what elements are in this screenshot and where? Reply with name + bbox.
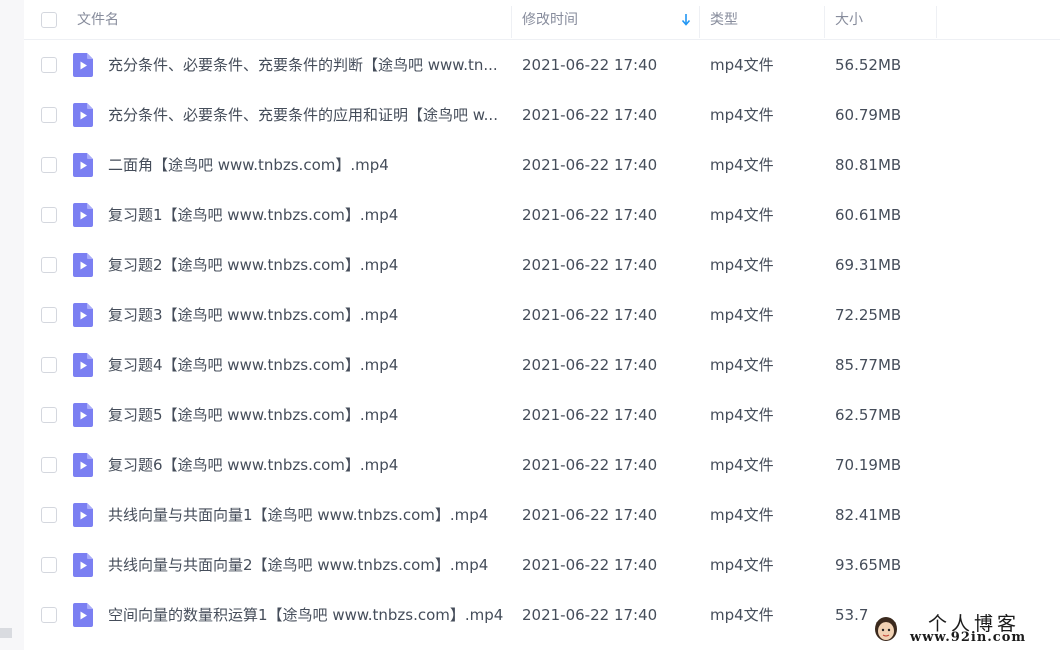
- file-modified: 2021-06-22 17:40: [522, 256, 658, 274]
- file-size: 69.31MB: [835, 256, 902, 274]
- arrow-down-icon[interactable]: [681, 12, 691, 28]
- row-checkbox[interactable]: [41, 507, 57, 523]
- column-header-modified[interactable]: 修改时间: [522, 0, 578, 40]
- file-name[interactable]: 复习题2【途鸟吧 www.tnbzs.com】.mp4: [108, 240, 504, 290]
- file-name[interactable]: 二面角【途鸟吧 www.tnbzs.com】.mp4: [108, 140, 504, 190]
- file-row[interactable]: 共线向量与共面向量1【途鸟吧 www.tnbzs.com】.mp4 2021-06…: [24, 490, 1060, 540]
- file-modified: 2021-06-22 17:40: [522, 156, 658, 174]
- video-file-icon: [73, 503, 93, 527]
- file-modified: 2021-06-22 17:40: [522, 456, 658, 474]
- video-file-icon: [73, 203, 93, 227]
- file-size: 80.81MB: [835, 156, 902, 174]
- file-size: 62.57MB: [835, 406, 902, 424]
- video-file-icon: [73, 403, 93, 427]
- column-header-name[interactable]: 文件名: [77, 0, 119, 40]
- column-header-type[interactable]: 类型: [710, 0, 738, 40]
- file-modified: 2021-06-22 17:40: [522, 106, 658, 124]
- file-row[interactable]: 充分条件、必要条件、充要条件的判断【途鸟吧 www.tn... 2021-06-2…: [24, 40, 1060, 90]
- file-size: 72.25MB: [835, 306, 902, 324]
- video-file-icon: [73, 603, 93, 627]
- file-row[interactable]: 复习题1【途鸟吧 www.tnbzs.com】.mp4 2021-06-22 17…: [24, 190, 1060, 240]
- file-type: mp4文件: [710, 256, 774, 274]
- row-checkbox[interactable]: [41, 157, 57, 173]
- file-type: mp4文件: [710, 556, 774, 574]
- column-divider: [936, 6, 937, 38]
- file-modified: 2021-06-22 17:40: [522, 556, 658, 574]
- row-checkbox[interactable]: [41, 357, 57, 373]
- file-modified: 2021-06-22 17:40: [522, 606, 658, 624]
- column-divider: [824, 6, 825, 38]
- file-row[interactable]: 复习题2【途鸟吧 www.tnbzs.com】.mp4 2021-06-22 17…: [24, 240, 1060, 290]
- row-checkbox[interactable]: [41, 207, 57, 223]
- select-all-checkbox[interactable]: [41, 12, 57, 28]
- file-modified: 2021-06-22 17:40: [522, 306, 658, 324]
- file-name[interactable]: 充分条件、必要条件、充要条件的应用和证明【途鸟吧 w...: [108, 90, 504, 140]
- file-type: mp4文件: [710, 206, 774, 224]
- file-row[interactable]: 复习题3【途鸟吧 www.tnbzs.com】.mp4 2021-06-22 17…: [24, 290, 1060, 340]
- file-type: mp4文件: [710, 506, 774, 524]
- file-name[interactable]: 复习题1【途鸟吧 www.tnbzs.com】.mp4: [108, 190, 504, 240]
- file-row[interactable]: 复习题6【途鸟吧 www.tnbzs.com】.mp4 2021-06-22 17…: [24, 440, 1060, 490]
- file-type: mp4文件: [710, 106, 774, 124]
- left-gutter: [0, 0, 24, 650]
- file-row[interactable]: 复习题5【途鸟吧 www.tnbzs.com】.mp4 2021-06-22 17…: [24, 390, 1060, 440]
- row-checkbox[interactable]: [41, 457, 57, 473]
- row-checkbox[interactable]: [41, 57, 57, 73]
- file-name[interactable]: 复习题3【途鸟吧 www.tnbzs.com】.mp4: [108, 290, 504, 340]
- file-type: mp4文件: [710, 156, 774, 174]
- file-name[interactable]: 复习题5【途鸟吧 www.tnbzs.com】.mp4: [108, 390, 504, 440]
- file-name[interactable]: 复习题4【途鸟吧 www.tnbzs.com】.mp4: [108, 340, 504, 390]
- file-modified: 2021-06-22 17:40: [522, 506, 658, 524]
- file-type: mp4文件: [710, 456, 774, 474]
- video-file-icon: [73, 553, 93, 577]
- file-size: 60.61MB: [835, 206, 902, 224]
- file-modified: 2021-06-22 17:40: [522, 206, 658, 224]
- file-modified: 2021-06-22 17:40: [522, 356, 658, 374]
- file-size: 70.19MB: [835, 456, 902, 474]
- file-row[interactable]: 共线向量与共面向量2【途鸟吧 www.tnbzs.com】.mp4 2021-06…: [24, 540, 1060, 590]
- watermark: 个人博客 www.92in.com: [868, 608, 1060, 650]
- file-type: mp4文件: [710, 356, 774, 374]
- file-row[interactable]: 二面角【途鸟吧 www.tnbzs.com】.mp4 2021-06-22 17:…: [24, 140, 1060, 190]
- video-file-icon: [73, 303, 93, 327]
- file-type: mp4文件: [710, 306, 774, 324]
- row-checkbox[interactable]: [41, 557, 57, 573]
- file-name[interactable]: 空间向量的数量积运算1【途鸟吧 www.tnbzs.com】.mp4: [108, 590, 504, 640]
- file-type: mp4文件: [710, 606, 774, 624]
- video-file-icon: [73, 153, 93, 177]
- row-checkbox[interactable]: [41, 257, 57, 273]
- file-list-header: 文件名 修改时间 类型 大小: [24, 0, 1060, 40]
- file-modified: 2021-06-22 17:40: [522, 406, 658, 424]
- file-name[interactable]: 复习题6【途鸟吧 www.tnbzs.com】.mp4: [108, 440, 504, 490]
- video-file-icon: [73, 253, 93, 277]
- file-row[interactable]: 复习题4【途鸟吧 www.tnbzs.com】.mp4 2021-06-22 17…: [24, 340, 1060, 390]
- video-file-icon: [73, 353, 93, 377]
- video-file-icon: [73, 453, 93, 477]
- file-type: mp4文件: [710, 56, 774, 74]
- row-checkbox[interactable]: [41, 307, 57, 323]
- file-name[interactable]: 共线向量与共面向量2【途鸟吧 www.tnbzs.com】.mp4: [108, 540, 504, 590]
- column-divider: [511, 6, 512, 38]
- file-name[interactable]: 共线向量与共面向量1【途鸟吧 www.tnbzs.com】.mp4: [108, 490, 504, 540]
- file-modified: 2021-06-22 17:40: [522, 56, 658, 74]
- file-size: 93.65MB: [835, 556, 902, 574]
- scrollbar-handle[interactable]: [0, 628, 12, 638]
- watermark-url: www.92in.com: [910, 630, 1027, 645]
- column-divider: [699, 6, 700, 38]
- file-row[interactable]: 充分条件、必要条件、充要条件的应用和证明【途鸟吧 w... 2021-06-22 …: [24, 90, 1060, 140]
- row-checkbox[interactable]: [41, 607, 57, 623]
- file-size: 82.41MB: [835, 506, 902, 524]
- file-size: 60.79MB: [835, 106, 902, 124]
- file-type: mp4文件: [710, 406, 774, 424]
- row-checkbox[interactable]: [41, 107, 57, 123]
- row-checkbox[interactable]: [41, 407, 57, 423]
- file-size: 85.77MB: [835, 356, 902, 374]
- video-file-icon: [73, 53, 93, 77]
- file-list-panel: 文件名 修改时间 类型 大小 充分条件、必要条件、充要条件的判断【途鸟吧 www…: [24, 0, 1060, 650]
- column-header-size[interactable]: 大小: [835, 0, 863, 40]
- avatar-icon: [875, 617, 897, 641]
- file-name[interactable]: 充分条件、必要条件、充要条件的判断【途鸟吧 www.tn...: [108, 40, 504, 90]
- file-size: 56.52MB: [835, 56, 902, 74]
- video-file-icon: [73, 103, 93, 127]
